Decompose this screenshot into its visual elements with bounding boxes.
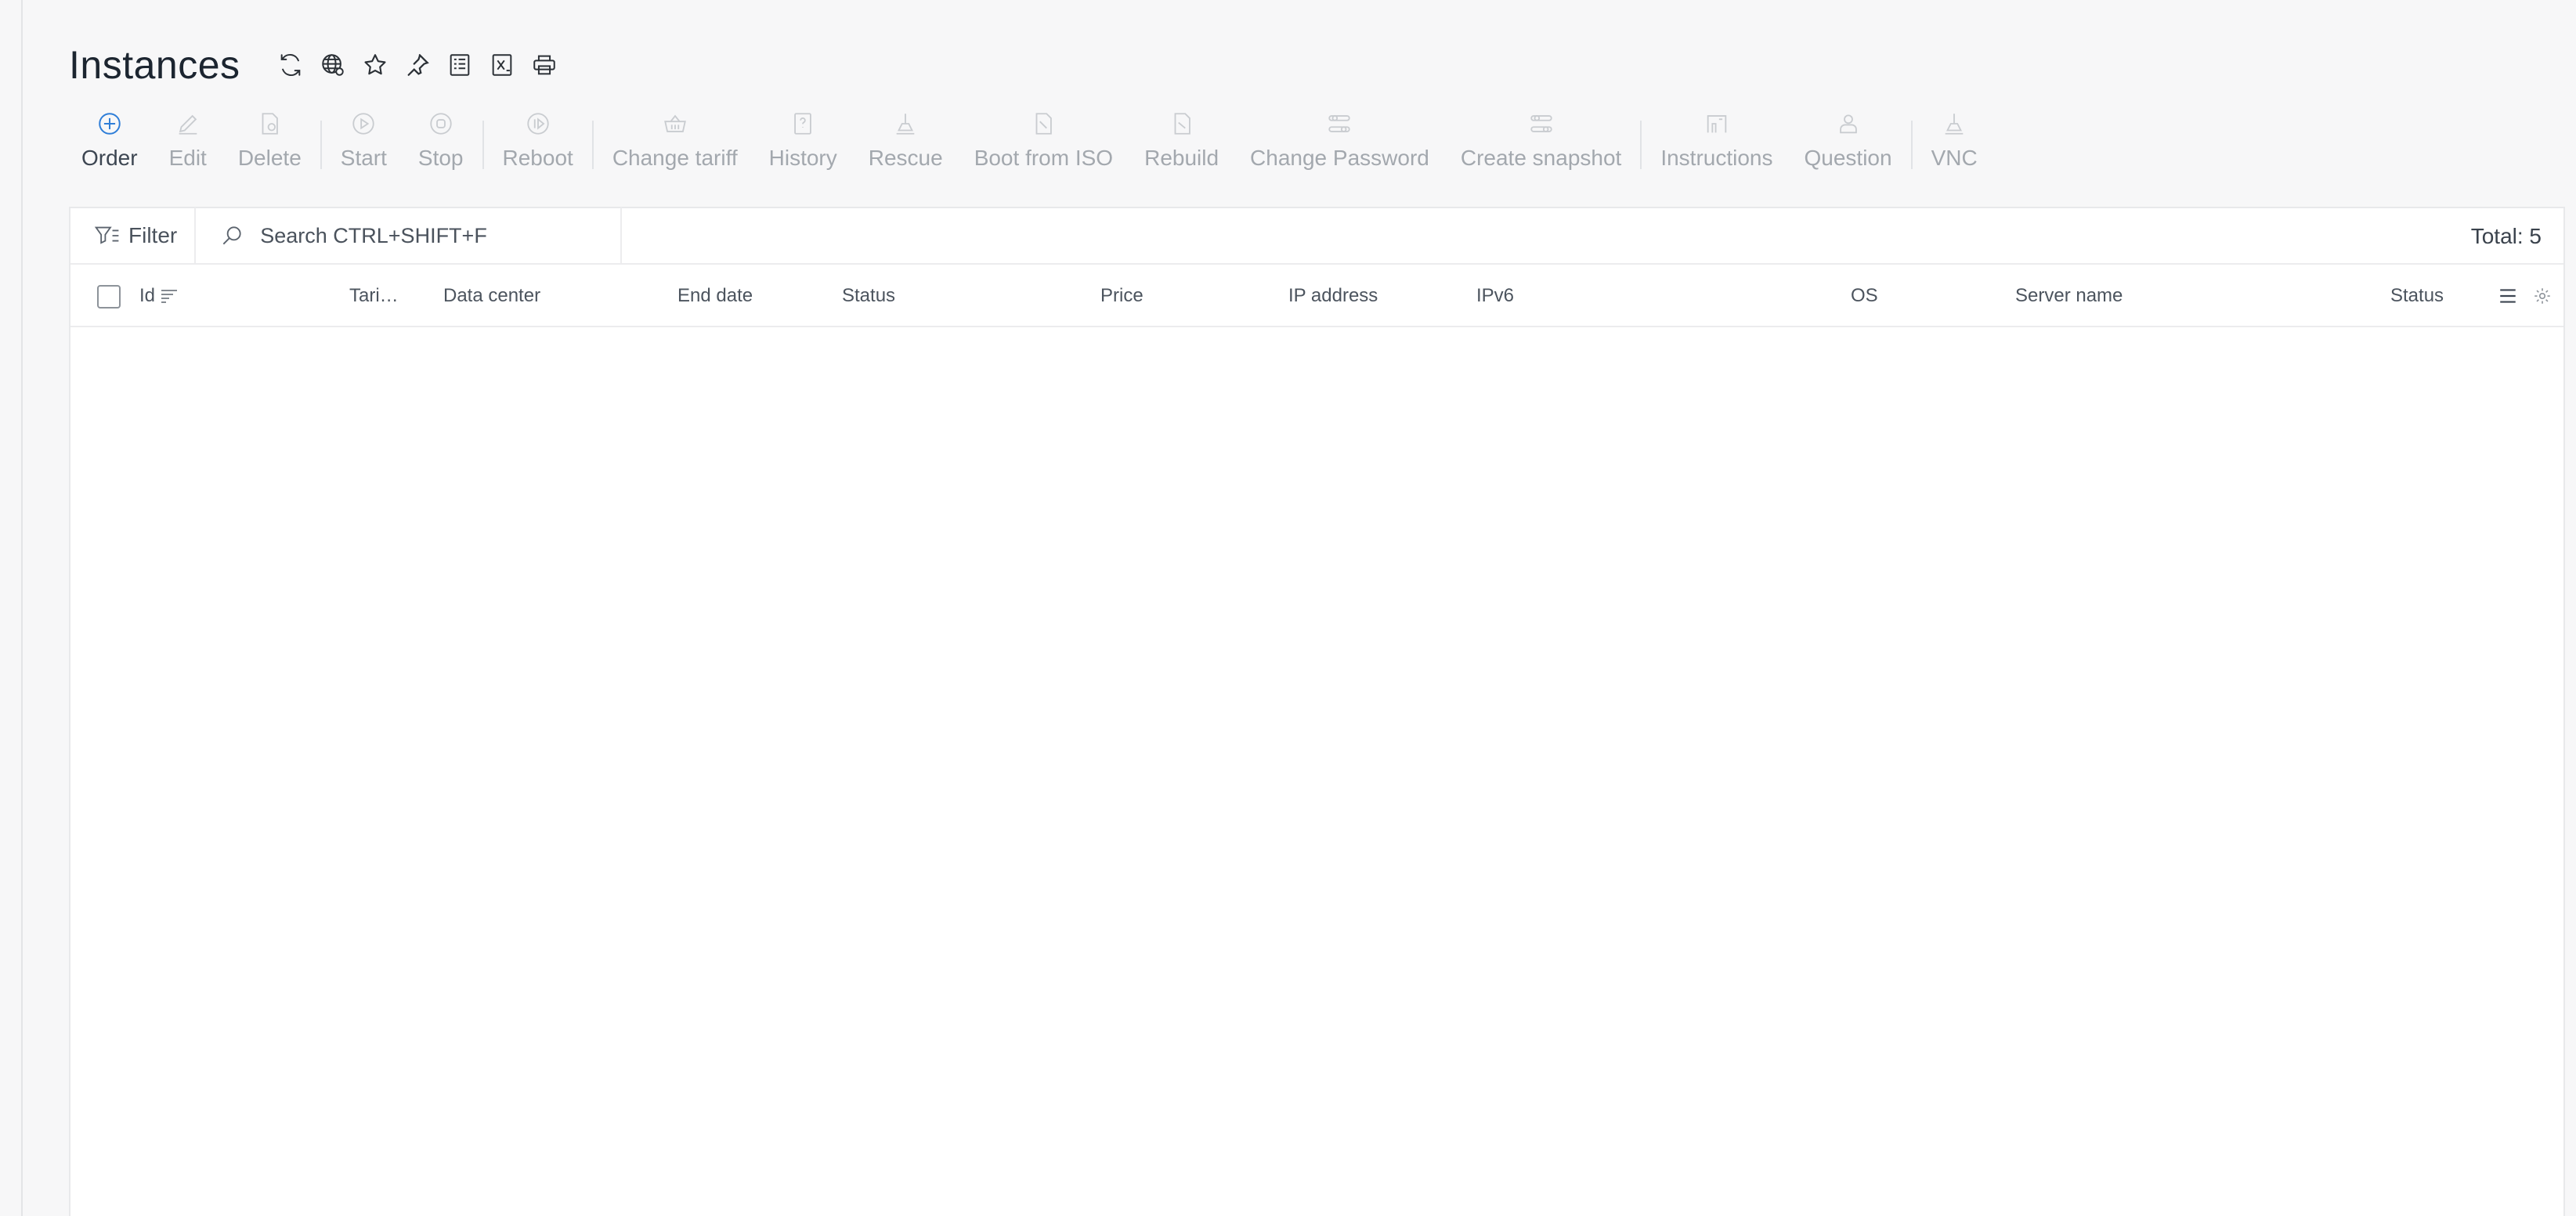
rebuild-label: Rebuild — [1144, 146, 1219, 170]
header-actions — [275, 49, 560, 81]
column-header-status-2[interactable]: Status — [2390, 265, 2444, 327]
toolbar-divider — [320, 121, 322, 169]
rescue-button[interactable]: Rescue — [853, 110, 959, 171]
table-header-row: Id Tari… Data center End date Status Pri… — [70, 265, 2563, 327]
pin-icon[interactable] — [402, 49, 433, 81]
action-toolbar: Order Edit Delete Start Stop Reboot Chan… — [66, 110, 1993, 188]
stop-icon — [427, 110, 455, 138]
filter-button[interactable]: Filter — [70, 207, 197, 264]
search-input[interactable] — [260, 223, 605, 248]
gear-icon[interactable] — [2532, 286, 2553, 306]
instructions-label: Instructions — [1660, 146, 1773, 170]
filter-bar: Filter Total: 5 — [70, 207, 2563, 265]
instructions-button[interactable]: Instructions — [1645, 110, 1788, 171]
order-label: Order — [81, 146, 138, 170]
reboot-button[interactable]: Reboot — [487, 110, 589, 171]
column-header-server-name[interactable]: Server name — [2015, 265, 2123, 327]
reboot-label: Reboot — [502, 146, 573, 170]
total-count: Total: 5 — [2470, 224, 2542, 248]
pencil-icon — [174, 110, 202, 138]
refresh-icon[interactable] — [275, 49, 306, 81]
change-tariff-label: Change tariff — [612, 146, 738, 170]
vnc-button[interactable]: VNC — [1916, 110, 1993, 171]
change-password-button[interactable]: Change Password — [1234, 110, 1445, 171]
create-snapshot-button[interactable]: Create snapshot — [1445, 110, 1637, 171]
question-document-icon — [789, 110, 817, 138]
stop-button[interactable]: Stop — [403, 110, 479, 171]
toolbar-divider — [1640, 121, 1642, 169]
rebuild-icon — [1168, 110, 1196, 138]
column-header-status[interactable]: Status — [842, 265, 895, 327]
delete-document-icon — [255, 110, 284, 138]
stop-label: Stop — [417, 146, 464, 170]
sort-icon — [161, 290, 178, 303]
column-header-tariff[interactable]: Tari… — [349, 265, 399, 327]
edit-label: Edit — [168, 146, 207, 170]
select-all-checkbox[interactable] — [97, 285, 121, 309]
start-label: Start — [340, 146, 387, 170]
reboot-icon — [524, 110, 552, 138]
page-header: Instances — [69, 41, 560, 89]
search-icon — [222, 226, 241, 245]
basket-icon — [661, 110, 689, 138]
globe-settings-icon[interactable] — [317, 49, 349, 81]
toolbar-divider — [591, 121, 594, 169]
change-tariff-button[interactable]: Change tariff — [597, 110, 753, 171]
history-button[interactable]: History — [753, 110, 853, 171]
instances-table-panel: Filter Total: 5 Id Tari… Data center End… — [69, 207, 2565, 1216]
rescue-icon — [891, 110, 919, 138]
column-header-end-date[interactable]: End date — [677, 265, 753, 327]
play-icon — [349, 110, 378, 138]
question-label: Question — [1804, 146, 1892, 170]
vnc-icon — [1940, 110, 1968, 138]
rescue-label: Rescue — [868, 146, 943, 170]
menu-icon[interactable] — [2498, 286, 2518, 306]
toolbar-divider — [482, 121, 484, 169]
column-header-price[interactable]: Price — [1100, 265, 1143, 327]
list-document-icon[interactable] — [444, 49, 475, 81]
search-box — [196, 207, 623, 264]
column-header-data-center[interactable]: Data center — [443, 265, 540, 327]
create-snapshot-label: Create snapshot — [1460, 146, 1622, 170]
disc-icon — [1029, 110, 1057, 138]
instructions-icon — [1703, 110, 1731, 138]
history-label: History — [768, 146, 837, 170]
filter-label: Filter — [128, 223, 178, 247]
order-button[interactable]: Order — [66, 110, 154, 171]
page-title: Instances — [69, 43, 240, 87]
boot-from-iso-button[interactable]: Boot from ISO — [959, 110, 1129, 171]
column-header-ip-address[interactable]: IP address — [1288, 265, 1378, 327]
edit-button[interactable]: Edit — [154, 110, 222, 171]
snapshot-icon — [1527, 110, 1555, 138]
left-border — [21, 0, 23, 1216]
column-id-label: Id — [139, 285, 156, 306]
sliders-icon — [1325, 110, 1353, 138]
user-question-icon — [1834, 110, 1862, 138]
print-icon[interactable] — [529, 49, 560, 81]
column-header-os[interactable]: OS — [1851, 265, 1878, 327]
excel-export-icon[interactable] — [486, 49, 518, 81]
delete-label: Delete — [237, 146, 302, 170]
star-icon[interactable] — [359, 49, 391, 81]
delete-button[interactable]: Delete — [222, 110, 317, 171]
change-password-label: Change Password — [1250, 146, 1429, 170]
column-tools — [2498, 265, 2553, 327]
question-button[interactable]: Question — [1789, 110, 1908, 171]
boot-from-iso-label: Boot from ISO — [974, 146, 1114, 170]
column-header-id[interactable]: Id — [139, 265, 179, 327]
plus-circle-icon — [96, 110, 124, 138]
toolbar-divider — [1910, 121, 1913, 169]
filter-icon — [94, 226, 119, 244]
column-header-ipv6[interactable]: IPv6 — [1476, 265, 1514, 327]
start-button[interactable]: Start — [325, 110, 403, 171]
vnc-label: VNC — [1931, 146, 1978, 170]
rebuild-button[interactable]: Rebuild — [1129, 110, 1234, 171]
